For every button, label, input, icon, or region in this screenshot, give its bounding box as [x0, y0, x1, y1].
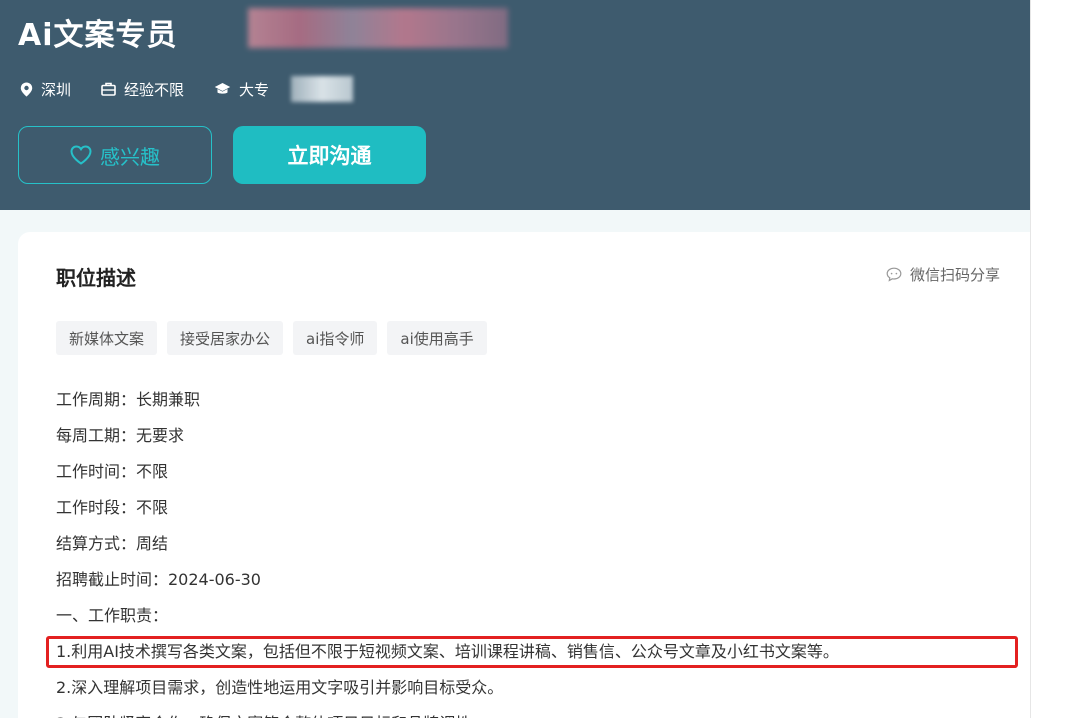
- detail-line: 工作周期：长期兼职: [56, 390, 201, 409]
- experience-text: 经验不限: [124, 80, 185, 99]
- tag-list: 新媒体文案 接受居家办公 ai指令师 ai使用高手: [56, 321, 497, 355]
- education-text: 大专: [239, 80, 270, 99]
- share-label: 微信扫码分享: [910, 266, 1001, 284]
- detail-line: 结算方式：周结: [56, 534, 169, 553]
- tag: 接受居家办公: [167, 321, 284, 355]
- meta-education: 大专: [214, 79, 269, 100]
- tag: ai指令师: [293, 321, 378, 355]
- job-title: Ai文案专员: [18, 18, 178, 53]
- job-description-card: 职位描述 微信扫码分享 新媒体文案 接受居家办公 ai指令师 ai使用高手 工作…: [18, 232, 1030, 718]
- title-row: Ai文案专员: [18, 10, 178, 54]
- interest-button-label: 感兴趣: [100, 144, 160, 169]
- salary-blurred: [248, 8, 508, 48]
- meta-blurred: [291, 76, 354, 102]
- detail-line: 每周工期：无要求: [56, 426, 185, 445]
- chat-bubble-icon: [886, 267, 902, 282]
- meta-location: 深圳: [20, 79, 71, 100]
- job-meta: 深圳 经验不限 大专: [20, 76, 354, 102]
- detail-line-partial: 3.与团队紧密合作，确保文案符合整体项目目标和品牌调性。: [56, 706, 839, 718]
- detail-line: 工作时段：不限: [56, 498, 169, 517]
- job-detail-page: Ai文案专员 深圳 经验不限 大专 感兴趣 立即沟通 职位描述 微信扫码分享 新…: [0, 0, 1030, 718]
- tag: 新媒体文案: [56, 321, 158, 355]
- graduation-cap-icon: [214, 83, 231, 94]
- meta-experience: 经验不限: [101, 79, 184, 100]
- heart-icon: [70, 145, 92, 165]
- wechat-share-link[interactable]: 微信扫码分享: [886, 264, 1000, 285]
- right-blank-area: [1030, 0, 1079, 718]
- chat-button-label: 立即沟通: [287, 144, 372, 168]
- detail-line: 工作时间：不限: [56, 462, 169, 481]
- chat-now-button[interactable]: 立即沟通: [233, 126, 426, 184]
- detail-line: 招聘截止时间：2024-06-30: [56, 570, 261, 589]
- detail-line: 一、工作职责：: [56, 606, 169, 625]
- description-body: 工作周期：长期兼职 每周工期：无要求 工作时间：不限 工作时段：不限 结算方式：…: [46, 382, 1018, 718]
- section-title: 职位描述: [56, 266, 136, 290]
- job-header: Ai文案专员 深圳 经验不限 大专 感兴趣 立即沟通: [0, 0, 1030, 210]
- tag: ai使用高手: [387, 321, 487, 355]
- detail-line: 2.深入理解项目需求，创造性地运用文字吸引并影响目标受众。: [56, 678, 504, 697]
- location-text: 深圳: [41, 80, 72, 99]
- detail-line-text: 1.利用AI技术撰写各类文案，包括但不限于短视频文案、培训课程讲稿、销售信、公众…: [56, 642, 839, 661]
- briefcase-icon: [101, 82, 116, 96]
- highlighted-duty-line: 1.利用AI技术撰写各类文案，包括但不限于短视频文案、培训课程讲稿、销售信、公众…: [46, 634, 1018, 670]
- interest-button[interactable]: 感兴趣: [18, 126, 212, 184]
- location-pin-icon: [20, 82, 33, 96]
